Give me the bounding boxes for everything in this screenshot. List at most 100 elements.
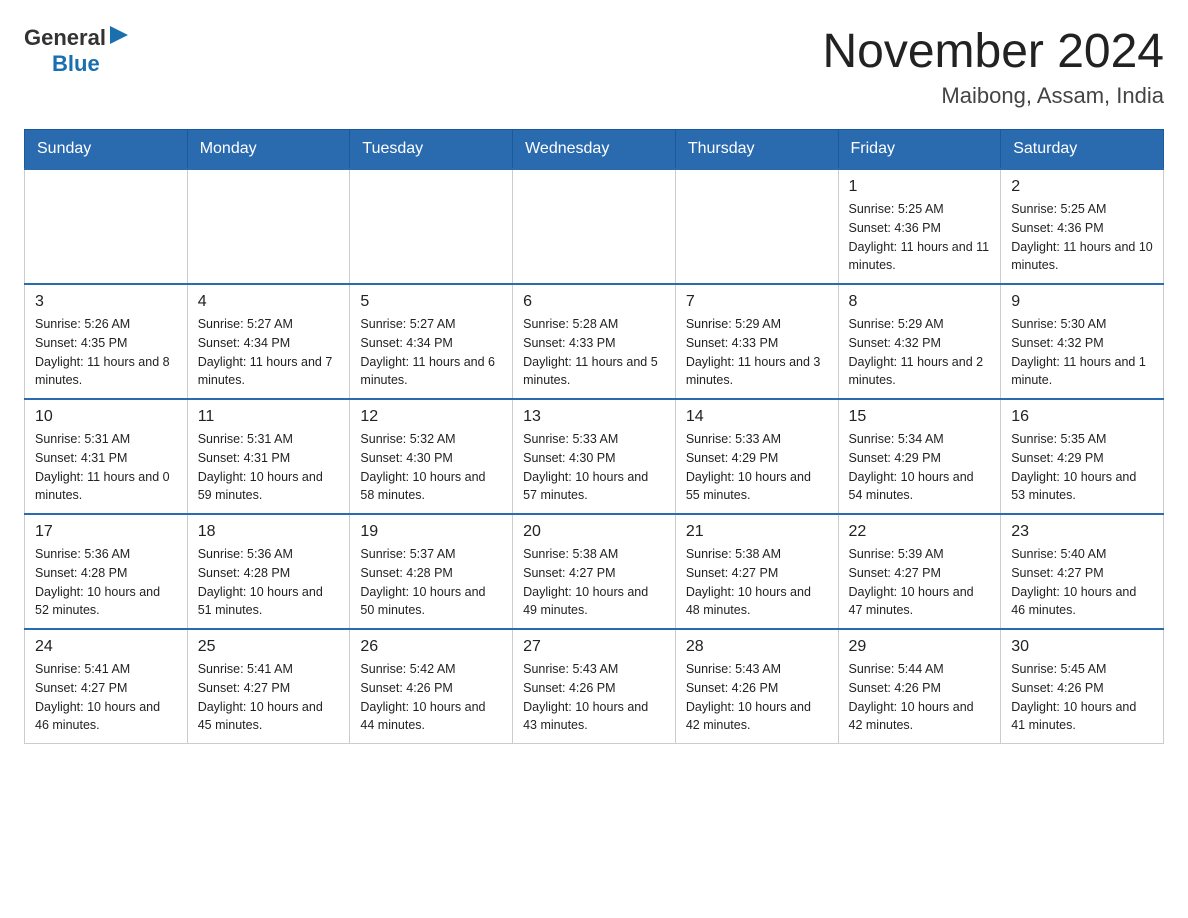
calendar-cell: 12Sunrise: 5:32 AM Sunset: 4:30 PM Dayli… — [350, 399, 513, 514]
calendar-cell — [25, 169, 188, 284]
calendar-cell: 15Sunrise: 5:34 AM Sunset: 4:29 PM Dayli… — [838, 399, 1001, 514]
day-number: 8 — [849, 293, 991, 311]
calendar-cell — [675, 169, 838, 284]
day-info: Sunrise: 5:40 AM Sunset: 4:27 PM Dayligh… — [1011, 545, 1153, 620]
calendar-week-row: 10Sunrise: 5:31 AM Sunset: 4:31 PM Dayli… — [25, 399, 1164, 514]
day-number: 22 — [849, 523, 991, 541]
day-number: 28 — [686, 638, 828, 656]
day-number: 1 — [849, 178, 991, 196]
day-info: Sunrise: 5:36 AM Sunset: 4:28 PM Dayligh… — [198, 545, 340, 620]
calendar-cell: 24 Sunrise: 5:41 AM Sunset: 4:27 PM Dayli… — [25, 629, 188, 744]
day-info: Sunrise: 5:41 AM Sunset: 4:27 PM Dayligh… — [35, 660, 177, 735]
day-info: Sunrise: 5:43 AM Sunset: 4:26 PM Dayligh… — [686, 660, 828, 735]
day-number: 27 — [523, 638, 665, 656]
day-number: 4 — [198, 293, 340, 311]
calendar-cell: 22 Sunrise: 5:39 AM Sunset: 4:27 PM Dayli… — [838, 514, 1001, 629]
day-info: Sunrise: 5:38 AM Sunset: 4:27 PM Dayligh… — [523, 545, 665, 620]
day-number: 9 — [1011, 293, 1153, 311]
day-number: 20 — [523, 523, 665, 541]
day-number: 29 — [849, 638, 991, 656]
day-number: 23 — [1011, 523, 1153, 541]
calendar-cell: 18 Sunrise: 5:36 AM Sunset: 4:28 PM Dayli… — [187, 514, 350, 629]
day-info: Sunrise: 5:45 AM Sunset: 4:26 PM Dayligh… — [1011, 660, 1153, 735]
logo: General Blue — [24, 24, 130, 77]
day-info: Sunrise: 5:29 AM Sunset: 4:32 PM Dayligh… — [849, 315, 991, 390]
day-number: 19 — [360, 523, 502, 541]
day-info: Sunrise: 5:33 AM Sunset: 4:30 PM Dayligh… — [523, 430, 665, 505]
day-number: 17 — [35, 523, 177, 541]
day-info: Sunrise: 5:26 AM Sunset: 4:35 PM Dayligh… — [35, 315, 177, 390]
calendar-cell: 16Sunrise: 5:35 AM Sunset: 4:29 PM Dayli… — [1001, 399, 1164, 514]
calendar-week-row: 24 Sunrise: 5:41 AM Sunset: 4:27 PM Dayli… — [25, 629, 1164, 744]
calendar-cell: 23 Sunrise: 5:40 AM Sunset: 4:27 PM Dayli… — [1001, 514, 1164, 629]
day-info: Sunrise: 5:36 AM Sunset: 4:28 PM Dayligh… — [35, 545, 177, 620]
day-info: Sunrise: 5:25 AM Sunset: 4:36 PM Dayligh… — [849, 200, 991, 275]
day-number: 6 — [523, 293, 665, 311]
calendar-cell: 28 Sunrise: 5:43 AM Sunset: 4:26 PM Dayli… — [675, 629, 838, 744]
day-number: 13 — [523, 408, 665, 426]
day-info: Sunrise: 5:38 AM Sunset: 4:27 PM Dayligh… — [686, 545, 828, 620]
logo-blue-text: Blue — [52, 51, 100, 76]
logo-arrow-icon — [108, 24, 130, 46]
calendar-cell: 13 Sunrise: 5:33 AM Sunset: 4:30 PM Dayli… — [513, 399, 676, 514]
calendar-cell: 19 Sunrise: 5:37 AM Sunset: 4:28 PM Dayli… — [350, 514, 513, 629]
day-info: Sunrise: 5:41 AM Sunset: 4:27 PM Dayligh… — [198, 660, 340, 735]
calendar-week-row: 1 Sunrise: 5:25 AM Sunset: 4:36 PM Daylig… — [25, 169, 1164, 284]
calendar-cell: 14 Sunrise: 5:33 AM Sunset: 4:29 PM Dayli… — [675, 399, 838, 514]
calendar-cell: 20 Sunrise: 5:38 AM Sunset: 4:27 PM Dayli… — [513, 514, 676, 629]
day-number: 24 — [35, 638, 177, 656]
day-of-week-header: Friday — [838, 130, 1001, 170]
day-of-week-header: Thursday — [675, 130, 838, 170]
day-number: 30 — [1011, 638, 1153, 656]
day-number: 26 — [360, 638, 502, 656]
day-number: 18 — [198, 523, 340, 541]
day-info: Sunrise: 5:29 AM Sunset: 4:33 PM Dayligh… — [686, 315, 828, 390]
day-info: Sunrise: 5:43 AM Sunset: 4:26 PM Dayligh… — [523, 660, 665, 735]
day-number: 14 — [686, 408, 828, 426]
calendar-cell: 10Sunrise: 5:31 AM Sunset: 4:31 PM Dayli… — [25, 399, 188, 514]
calendar-cell: 17 Sunrise: 5:36 AM Sunset: 4:28 PM Dayli… — [25, 514, 188, 629]
calendar-cell: 30 Sunrise: 5:45 AM Sunset: 4:26 PM Dayli… — [1001, 629, 1164, 744]
day-of-week-header: Monday — [187, 130, 350, 170]
day-info: Sunrise: 5:44 AM Sunset: 4:26 PM Dayligh… — [849, 660, 991, 735]
day-info: Sunrise: 5:32 AM Sunset: 4:30 PM Dayligh… — [360, 430, 502, 505]
calendar-cell: 4 Sunrise: 5:27 AM Sunset: 4:34 PM Daylig… — [187, 284, 350, 399]
day-info: Sunrise: 5:35 AM Sunset: 4:29 PM Dayligh… — [1011, 430, 1153, 505]
day-number: 7 — [686, 293, 828, 311]
day-number: 21 — [686, 523, 828, 541]
day-of-week-header: Tuesday — [350, 130, 513, 170]
calendar-cell: 6 Sunrise: 5:28 AM Sunset: 4:33 PM Daylig… — [513, 284, 676, 399]
month-year-title: November 2024 — [822, 24, 1164, 79]
day-info: Sunrise: 5:30 AM Sunset: 4:32 PM Dayligh… — [1011, 315, 1153, 390]
location-subtitle: Maibong, Assam, India — [822, 83, 1164, 109]
calendar-cell: 8 Sunrise: 5:29 AM Sunset: 4:32 PM Daylig… — [838, 284, 1001, 399]
day-info: Sunrise: 5:27 AM Sunset: 4:34 PM Dayligh… — [198, 315, 340, 390]
day-number: 15 — [849, 408, 991, 426]
day-info: Sunrise: 5:37 AM Sunset: 4:28 PM Dayligh… — [360, 545, 502, 620]
calendar-cell: 3Sunrise: 5:26 AM Sunset: 4:35 PM Daylig… — [25, 284, 188, 399]
calendar-cell: 21 Sunrise: 5:38 AM Sunset: 4:27 PM Dayli… — [675, 514, 838, 629]
calendar-cell: 7 Sunrise: 5:29 AM Sunset: 4:33 PM Daylig… — [675, 284, 838, 399]
day-number: 10 — [35, 408, 177, 426]
day-of-week-header: Sunday — [25, 130, 188, 170]
logo-general-text: General — [24, 25, 106, 51]
calendar-header-row: SundayMondayTuesdayWednesdayThursdayFrid… — [25, 130, 1164, 170]
calendar-table: SundayMondayTuesdayWednesdayThursdayFrid… — [24, 129, 1164, 744]
day-of-week-header: Wednesday — [513, 130, 676, 170]
calendar-cell: 25 Sunrise: 5:41 AM Sunset: 4:27 PM Dayli… — [187, 629, 350, 744]
calendar-cell: 27 Sunrise: 5:43 AM Sunset: 4:26 PM Dayli… — [513, 629, 676, 744]
day-info: Sunrise: 5:42 AM Sunset: 4:26 PM Dayligh… — [360, 660, 502, 735]
calendar-cell: 9 Sunrise: 5:30 AM Sunset: 4:32 PM Daylig… — [1001, 284, 1164, 399]
calendar-cell: 29 Sunrise: 5:44 AM Sunset: 4:26 PM Dayli… — [838, 629, 1001, 744]
day-number: 5 — [360, 293, 502, 311]
day-number: 25 — [198, 638, 340, 656]
calendar-cell — [350, 169, 513, 284]
calendar-cell: 26 Sunrise: 5:42 AM Sunset: 4:26 PM Dayli… — [350, 629, 513, 744]
calendar-cell — [513, 169, 676, 284]
day-info: Sunrise: 5:39 AM Sunset: 4:27 PM Dayligh… — [849, 545, 991, 620]
calendar-cell: 1 Sunrise: 5:25 AM Sunset: 4:36 PM Daylig… — [838, 169, 1001, 284]
day-info: Sunrise: 5:28 AM Sunset: 4:33 PM Dayligh… — [523, 315, 665, 390]
calendar-week-row: 17 Sunrise: 5:36 AM Sunset: 4:28 PM Dayli… — [25, 514, 1164, 629]
day-number: 11 — [198, 408, 340, 426]
day-info: Sunrise: 5:33 AM Sunset: 4:29 PM Dayligh… — [686, 430, 828, 505]
